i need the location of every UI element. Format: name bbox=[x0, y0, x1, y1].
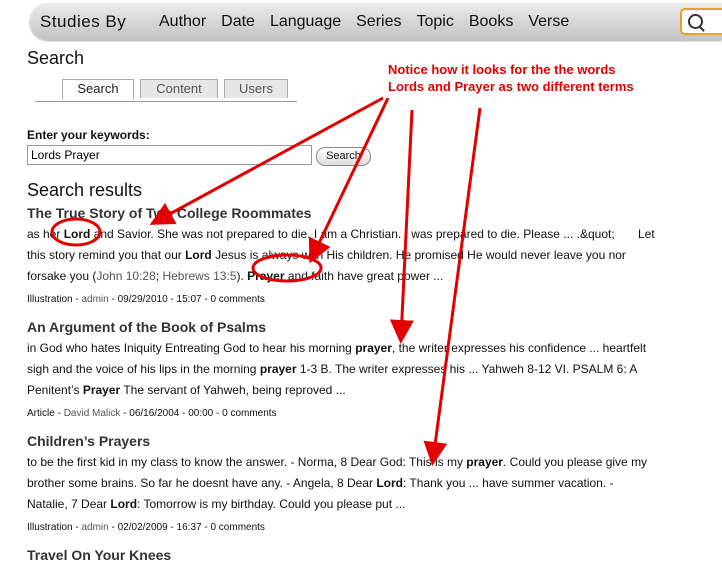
annotation-arrow bbox=[423, 107, 482, 466]
annotation-overlay bbox=[50, 96, 482, 466]
highlight-circle-lord bbox=[50, 217, 102, 247]
annotation-arrow bbox=[308, 97, 390, 264]
annotation-arrow bbox=[149, 96, 384, 225]
annotation-arrow bbox=[389, 109, 414, 344]
highlight-circle-prayer bbox=[251, 253, 323, 283]
